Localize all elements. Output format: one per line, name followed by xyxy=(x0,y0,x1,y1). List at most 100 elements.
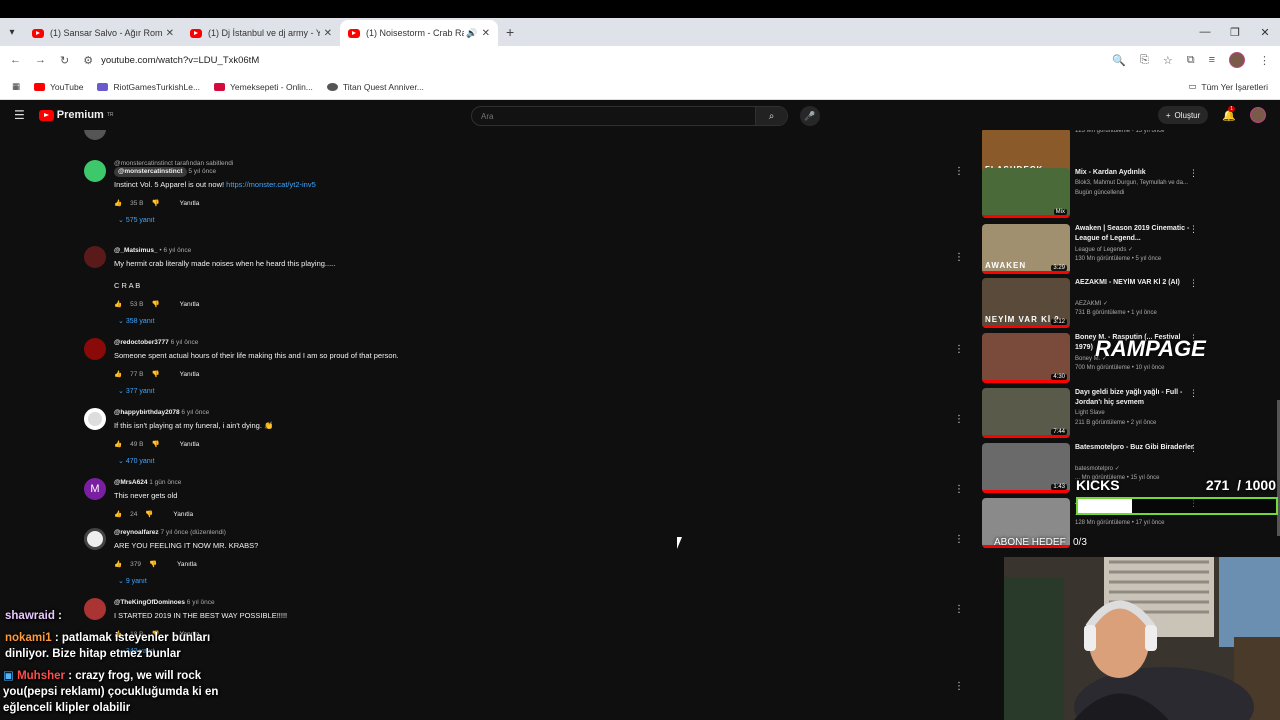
replies-toggle[interactable]: ⌄ 575 yanıt xyxy=(118,216,914,224)
bookmark-star-icon[interactable]: ☆ xyxy=(1163,54,1173,67)
install-app-icon[interactable]: ⎘ xyxy=(1140,54,1149,67)
like-icon[interactable]: 👍 xyxy=(114,510,122,518)
reply-button[interactable]: Yanıtla xyxy=(180,441,200,448)
comment-menu-icon[interactable]: ⋮ xyxy=(954,252,964,263)
site-info-icon[interactable]: ⚙ xyxy=(83,54,93,67)
profile-avatar[interactable] xyxy=(1229,52,1245,68)
reload-icon[interactable]: ↻ xyxy=(60,54,69,67)
video-thumbnail[interactable]: 1:43 xyxy=(982,443,1070,493)
avatar[interactable] xyxy=(84,160,106,182)
browser-menu-icon[interactable]: ⋮ xyxy=(1259,54,1270,67)
video-channel[interactable]: League of Legends ✓ xyxy=(1075,246,1133,253)
dislike-icon[interactable]: 👎 xyxy=(151,300,159,308)
comment-menu-icon[interactable]: ⋮ xyxy=(954,166,964,177)
reply-button[interactable]: Yanıtla xyxy=(177,561,197,568)
forward-arrow-icon[interactable]: → xyxy=(35,54,46,66)
video-channel[interactable]: batesmotelpro ✓ xyxy=(1075,465,1120,472)
comment-author[interactable]: @TheKingOfDominoes xyxy=(114,599,185,606)
address-bar[interactable]: ⚙ youtube.com/watch?v=LDU_Txk06tM xyxy=(83,54,1098,67)
video-title[interactable]: Dayı geldi bize yağlı yağlı - Full - Jor… xyxy=(1075,388,1195,408)
video-thumbnail[interactable]: NEYİM VAR Kİ 2 3:12 xyxy=(982,278,1070,328)
comment-menu-icon[interactable]: ⋮ xyxy=(954,681,964,692)
replies-toggle[interactable]: ⌄ 470 yanıt xyxy=(118,457,914,465)
video-menu-icon[interactable]: ⋮ xyxy=(1189,224,1198,235)
like-icon[interactable]: 👍 xyxy=(114,560,122,568)
search-button[interactable]: ⌕ xyxy=(755,107,787,125)
account-avatar[interactable] xyxy=(1250,107,1266,123)
video-thumbnail[interactable]: 4:30 xyxy=(982,333,1070,383)
avatar[interactable] xyxy=(84,338,106,360)
video-thumbnail[interactable]: Mix xyxy=(982,168,1070,218)
comment-author[interactable]: @happybirthday2078 xyxy=(114,409,180,416)
apps-grid-icon[interactable]: ▦ xyxy=(12,81,20,92)
comment-time[interactable]: 1 gün önce xyxy=(149,479,181,486)
avatar[interactable] xyxy=(84,408,106,430)
new-tab-plus-icon[interactable]: + xyxy=(506,24,514,40)
comment-time[interactable]: 5 yıl önce xyxy=(188,168,216,175)
comment-menu-icon[interactable]: ⋮ xyxy=(954,344,964,355)
video-menu-icon[interactable]: ⋮ xyxy=(1189,443,1198,454)
video-thumbnail[interactable]: 7:44 xyxy=(982,388,1070,438)
bookmark-item[interactable]: RiotGamesTurkishLe... xyxy=(97,82,200,92)
comment-menu-icon[interactable]: ⋮ xyxy=(954,604,964,615)
all-bookmarks[interactable]: ▭ Tüm Yer İşaretleri xyxy=(1188,81,1268,92)
comment-menu-icon[interactable]: ⋮ xyxy=(954,534,964,545)
restore-icon[interactable]: ❐ xyxy=(1220,26,1250,39)
video-menu-icon[interactable]: ⋮ xyxy=(1189,388,1198,399)
replies-toggle[interactable]: ⌄ 358 yanıt xyxy=(118,317,914,325)
tab-close-icon[interactable]: ✕ xyxy=(324,28,332,39)
comment-author[interactable]: @monstercatinstinct xyxy=(114,167,187,177)
dislike-icon[interactable]: 👎 xyxy=(149,560,157,568)
comment-author[interactable]: @redoctober3777 xyxy=(114,339,169,346)
speaker-icon[interactable]: 🔊 xyxy=(466,28,477,39)
video-channel[interactable]: Light Slave xyxy=(1075,410,1105,416)
dislike-icon[interactable]: 👎 xyxy=(151,199,159,207)
tab-search-chevron-icon[interactable]: ▾ xyxy=(0,18,24,46)
like-icon[interactable]: 👍 xyxy=(114,300,122,308)
video-channel[interactable]: AEZAKMI ✓ xyxy=(1075,300,1108,307)
related-video[interactable]: AWAKEN 3:29 Awaken | Season 2019 Cinematic… xyxy=(982,224,1212,276)
comment-time[interactable]: 7 yıl önce (düzenlendi) xyxy=(160,529,225,536)
video-menu-icon[interactable]: ⋮ xyxy=(1189,168,1198,179)
video-title[interactable]: AEZAKMI - NEYİM VAR Kİ 2 (AI) xyxy=(1075,278,1195,288)
like-icon[interactable]: 👍 xyxy=(114,199,122,207)
video-title[interactable]: Awaken | Season 2019 Cinematic - League … xyxy=(1075,224,1195,244)
like-icon[interactable]: 👍 xyxy=(114,370,122,378)
avatar[interactable] xyxy=(84,246,106,268)
avatar[interactable] xyxy=(84,598,106,620)
browser-tab[interactable]: (1) Sansar Salvo - Ağır Roman ✕ xyxy=(24,20,182,46)
related-video[interactable]: Mix Mix - Kardan Aydınlık Blok3, Mahmut Du… xyxy=(982,168,1212,220)
media-control-icon[interactable]: ≡ xyxy=(1209,54,1215,66)
avatar[interactable] xyxy=(84,528,106,550)
video-channel[interactable]: Blok3, Mahmut Durgun, Teymullah ve da... xyxy=(1075,180,1188,186)
back-arrow-icon[interactable]: ← xyxy=(10,54,21,66)
like-icon[interactable]: 👍 xyxy=(114,440,122,448)
video-title[interactable]: Batesmotelpro - Buz Gibi Biraderler xyxy=(1075,443,1195,453)
avatar[interactable]: M xyxy=(84,478,106,500)
comment-menu-icon[interactable]: ⋮ xyxy=(954,414,964,425)
notifications-bell-icon[interactable]: 🔔 1 xyxy=(1222,105,1236,122)
related-video[interactable]: NEYİM VAR Kİ 2 3:12 AEZAKMI - NEYİM VAR Kİ… xyxy=(982,278,1212,330)
minimize-icon[interactable]: — xyxy=(1190,26,1220,38)
tab-close-icon[interactable]: ✕ xyxy=(482,28,490,39)
comment-author[interactable]: @MrsA624 xyxy=(114,479,147,486)
comment-link[interactable]: https://monster.cat/yt2-inv5 xyxy=(226,180,316,189)
reply-button[interactable]: Yanıtla xyxy=(173,511,193,518)
replies-toggle[interactable]: ⌄ 9 yanıt xyxy=(118,577,914,585)
reply-button[interactable]: Yanıtla xyxy=(180,301,200,308)
video-title[interactable]: Mix - Kardan Aydınlık xyxy=(1075,168,1195,178)
comment-time[interactable]: 6 yıl önce xyxy=(181,409,209,416)
related-video[interactable]: 7:44 Dayı geldi bize yağlı yağlı - Full -… xyxy=(982,388,1212,440)
comment-time[interactable]: 6 yıl önce xyxy=(163,247,191,254)
hamburger-menu-icon[interactable]: ☰ xyxy=(14,108,25,122)
close-window-icon[interactable]: ✕ xyxy=(1250,26,1280,39)
create-button[interactable]: + Oluştur xyxy=(1157,106,1209,124)
bookmark-item[interactable]: Titan Quest Anniver... xyxy=(326,82,424,92)
tab-close-icon[interactable]: ✕ xyxy=(166,28,174,39)
browser-tab-active[interactable]: (1) Noisestorm - Crab Rave 🔊 ✕ xyxy=(340,20,498,46)
dislike-icon[interactable]: 👎 xyxy=(151,370,159,378)
reply-button[interactable]: Yanıtla xyxy=(180,200,200,207)
zoom-icon[interactable]: 🔍 xyxy=(1112,54,1126,67)
video-thumbnail[interactable]: AWAKEN 3:29 xyxy=(982,224,1070,274)
comment-author[interactable]: @_Matsimus_ xyxy=(114,247,158,254)
